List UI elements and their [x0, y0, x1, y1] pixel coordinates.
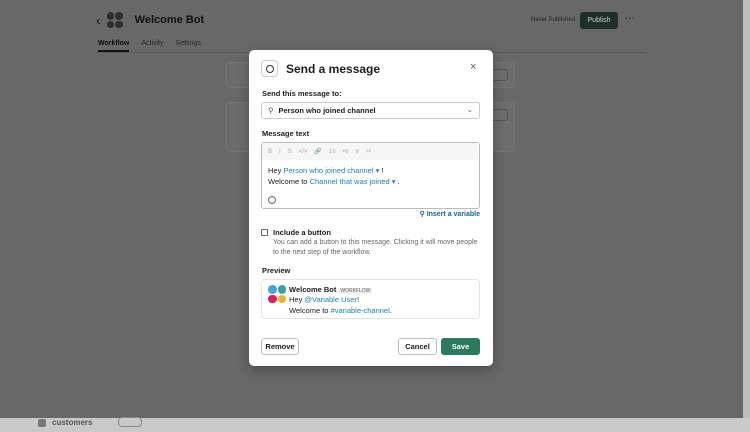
save-button[interactable]: Save	[441, 338, 480, 355]
workflow-title: Welcome Bot	[134, 14, 205, 26]
tab-workflow[interactable]: Workflow	[98, 40, 130, 52]
tabs: Workflow Activity Settings	[98, 40, 201, 52]
close-icon[interactable]: ×	[470, 61, 476, 73]
message-preview: Welcome Bot WORKFLOW Hey @Variable User! …	[261, 279, 480, 319]
cancel-button[interactable]: Cancel	[398, 338, 437, 355]
channel-mention: #variable-channel	[330, 306, 390, 315]
publish-status: Never Published	[531, 17, 576, 23]
channel-icon	[38, 419, 46, 427]
format-toolbar: B I S </> 🔗 1≡ •≡ ≡ ⏎	[262, 143, 479, 160]
channel-list: customers	[0, 417, 750, 432]
text: .	[397, 177, 400, 186]
send-to-value: Person who joined channel	[278, 106, 376, 115]
text: !	[356, 295, 360, 304]
preview-label: Preview	[262, 266, 291, 275]
tab-settings[interactable]: Settings	[176, 40, 201, 52]
person-icon: ⚲	[268, 106, 274, 115]
variable-channel[interactable]: Channel that was joined ▾	[310, 177, 396, 186]
quote-icon[interactable]: ≡	[355, 149, 359, 155]
include-button-checkbox[interactable]	[261, 229, 268, 236]
channel-name[interactable]: customers	[52, 418, 92, 427]
send-to-label: Send this message to:	[262, 89, 342, 98]
bot-avatar	[268, 285, 286, 303]
strikethrough-icon[interactable]: S	[288, 149, 292, 155]
link-icon[interactable]: 🔗	[314, 148, 321, 155]
bold-icon[interactable]: B	[268, 149, 272, 155]
include-button-label: Include a button	[273, 228, 331, 237]
header: ‹ Welcome Bot	[96, 12, 204, 28]
text: Welcome to	[289, 306, 329, 315]
ordered-list-icon[interactable]: 1≡	[329, 149, 336, 155]
italic-icon[interactable]: I	[279, 149, 281, 155]
back-icon[interactable]: ‹	[96, 12, 101, 28]
channel-badge	[118, 417, 142, 427]
send-to-select[interactable]: ⚲ Person who joined channel ⌄	[261, 102, 480, 119]
preview-line-2: Welcome to #variable-channel.	[289, 306, 392, 315]
codeblock-icon[interactable]: ⏎	[366, 148, 371, 155]
text: !	[381, 166, 384, 175]
publish-button[interactable]: Publish	[580, 12, 618, 29]
workflow-badge: WORKFLOW	[338, 288, 373, 294]
dialog-title: Send a message	[286, 62, 381, 76]
message-body[interactable]: Hey Person who joined channel ▾ ! Welcom…	[262, 160, 479, 187]
insert-variable-label: Insert a variable	[426, 211, 480, 218]
bot-name: Welcome Bot WORKFLOW	[289, 285, 373, 294]
include-button-description: You can add a button to this message. Cl…	[273, 239, 478, 256]
message-text-label: Message text	[262, 129, 310, 138]
insert-variable-link[interactable]: ⚲ Insert a variable	[420, 210, 480, 218]
variable-person[interactable]: Person who joined channel ▾	[283, 166, 379, 175]
text: Hey	[289, 295, 303, 304]
emoji-icon[interactable]	[268, 196, 276, 204]
preview-line-1: Hey @Variable User!	[289, 295, 359, 304]
bullet-list-icon[interactable]: •≡	[343, 149, 349, 155]
message-icon	[261, 60, 278, 77]
user-mention: @Variable User	[304, 295, 357, 304]
text: Hey	[268, 166, 282, 175]
remove-button[interactable]: Remove	[261, 338, 299, 355]
text: .	[389, 306, 392, 315]
code-icon[interactable]: </>	[299, 149, 308, 155]
bot-name-text: Welcome Bot	[289, 285, 337, 294]
text: Welcome to	[268, 177, 308, 186]
more-icon[interactable]: ···	[625, 13, 635, 24]
app-logo	[106, 12, 123, 28]
send-message-dialog: Send a message × Send this message to: ⚲…	[249, 50, 493, 366]
tab-activity[interactable]: Activity	[141, 40, 163, 52]
message-editor[interactable]: B I S </> 🔗 1≡ •≡ ≡ ⏎ Hey Person who joi…	[261, 142, 480, 209]
chevron-down-icon: ⌄	[466, 105, 473, 114]
